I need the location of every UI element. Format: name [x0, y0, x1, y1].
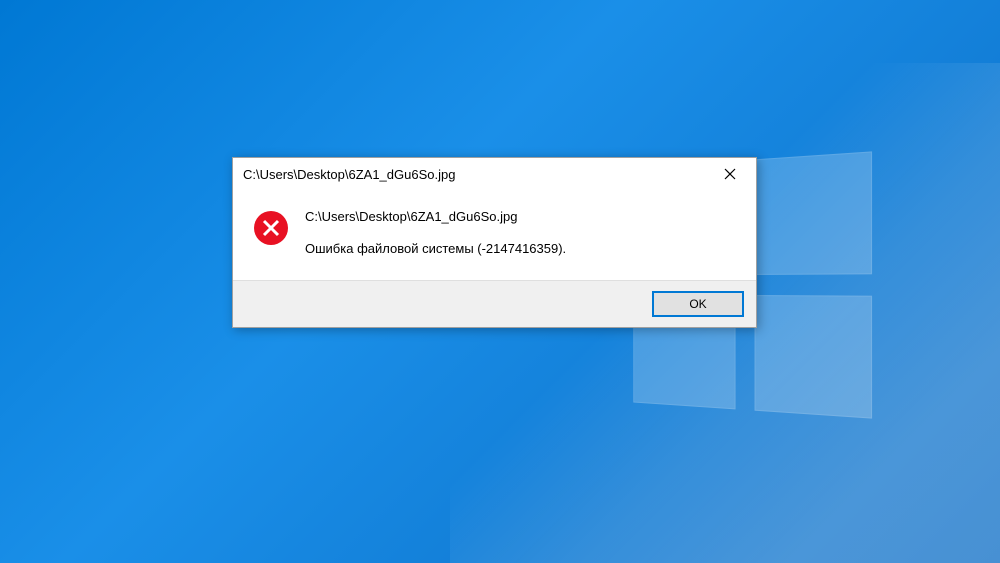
error-icon: [253, 210, 289, 246]
ok-button[interactable]: OK: [652, 291, 744, 317]
dialog-body: C:\Users\Desktop\6ZA1_dGu6So.jpg Ошибка …: [233, 190, 756, 280]
close-icon: [724, 168, 736, 180]
desktop-background: C:\Users\Desktop\6ZA1_dGu6So.jpg C:\User…: [0, 0, 1000, 563]
message-error-text: Ошибка файловой системы (-2147416359).: [305, 240, 736, 258]
error-dialog: C:\Users\Desktop\6ZA1_dGu6So.jpg C:\User…: [232, 157, 757, 328]
close-button[interactable]: [710, 160, 750, 188]
dialog-message: C:\Users\Desktop\6ZA1_dGu6So.jpg Ошибка …: [305, 208, 736, 258]
message-path: C:\Users\Desktop\6ZA1_dGu6So.jpg: [305, 208, 736, 226]
dialog-title: C:\Users\Desktop\6ZA1_dGu6So.jpg: [243, 167, 455, 182]
dialog-footer: OK: [233, 280, 756, 327]
dialog-titlebar[interactable]: C:\Users\Desktop\6ZA1_dGu6So.jpg: [233, 158, 756, 190]
